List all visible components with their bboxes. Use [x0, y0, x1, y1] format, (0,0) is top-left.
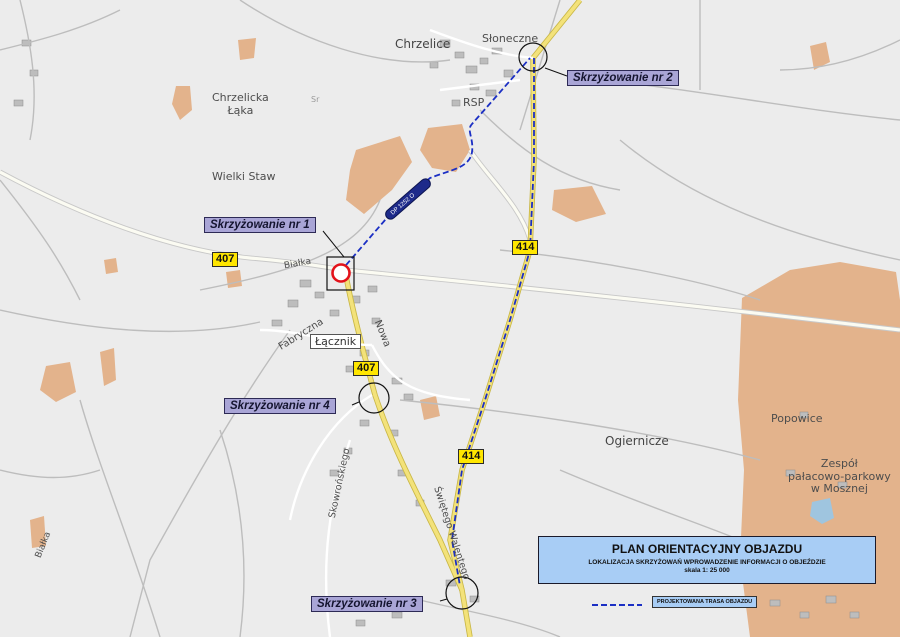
place-lacznik: Łącznik: [310, 334, 362, 349]
place-rsp: RSP: [463, 96, 485, 109]
junction-1-label[interactable]: Skrzyżowanie nr 1: [204, 217, 316, 233]
panel-subtitle: LOKALIZACJA SKRZYŻOWAŃ WPROWADZENIE INFO…: [588, 559, 826, 566]
detour-map: Chrzelice Słoneczne Chrzelicka Łąka Wiel…: [0, 0, 900, 637]
no-entry-sign-icon: [331, 263, 351, 283]
place-popowice: Popowice: [771, 412, 823, 425]
forest-patch-9: [238, 38, 256, 60]
place-ogiernicze: Ogiernicze: [605, 434, 669, 448]
forest-patch-3: [172, 86, 192, 120]
road-shield-407-center: 407: [353, 361, 380, 376]
place-chrzelicka-laka: Chrzelicka Łąka: [212, 91, 269, 117]
forest-patch-6: [100, 348, 116, 386]
place-zespol-palacowo-parkowy: Zespół pałacowo-parkowy w Mosznej: [788, 457, 891, 496]
panel-scale: skala 1: 25 000: [684, 567, 730, 574]
junction-3-label[interactable]: Skrzyżowanie nr 3: [311, 596, 423, 612]
forest-patch-4: [552, 186, 606, 222]
label-sr: Sr: [311, 95, 320, 104]
junction-4-label[interactable]: Skrzyżowanie nr 4: [224, 398, 336, 414]
place-chrzelice: Chrzelice: [395, 37, 451, 51]
forest-patch-12: [226, 270, 242, 288]
place-sloneczne: Słoneczne: [482, 32, 539, 45]
road-shield-414-south: 414: [458, 449, 485, 464]
forest-patch-10: [104, 258, 118, 274]
legend-route-label: PROJEKTOWANA TRASA OBJAZDU: [652, 596, 758, 608]
title-panel: PLAN ORIENTACYJNY OBJAZDU LOKALIZACJA SK…: [538, 536, 876, 584]
forest-patch-11: [420, 396, 440, 420]
forest-patch-7: [40, 362, 76, 402]
road-shield-414-north: 414: [512, 240, 539, 255]
junction-2-label[interactable]: Skrzyżowanie nr 2: [567, 70, 679, 86]
panel-title: PLAN ORIENTACYJNY OBJAZDU: [611, 542, 803, 556]
road-shield-407-west: 407: [212, 252, 239, 267]
place-wielki-staw: Wielki Staw: [212, 170, 276, 183]
